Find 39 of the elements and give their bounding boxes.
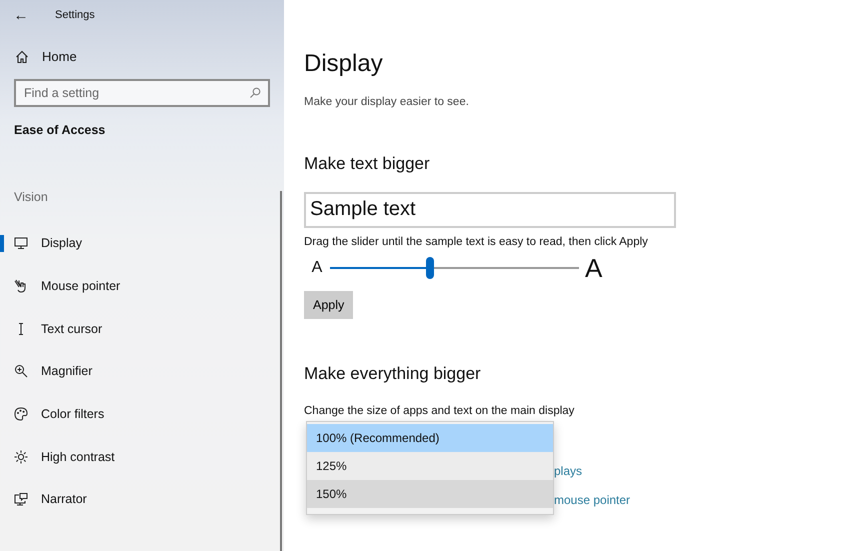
sun-icon: [14, 450, 28, 464]
section-heading: Make text bigger: [304, 154, 431, 174]
page-title: Display: [304, 50, 384, 78]
sidebar-item[interactable]: Display: [0, 222, 284, 265]
scroll-bar[interactable]: [280, 191, 282, 551]
apply-button[interactable]: Apply: [304, 291, 354, 319]
narrator-icon: [14, 492, 28, 506]
dropdown-option[interactable]: 125%: [307, 452, 553, 480]
sidebar-item[interactable]: Text cursor: [0, 307, 284, 350]
slider-thumb[interactable]: [426, 257, 434, 279]
sample-text-box: Sample text: [304, 192, 676, 228]
small-a-label: A: [310, 259, 324, 277]
slider-hint: Drag the slider until the sample text is easy to read, then click Apply: [304, 236, 649, 248]
home-icon: [15, 50, 29, 64]
scale-hint: Change the size of apps and text on the main display: [304, 405, 576, 417]
sidebar-item[interactable]: High contrast: [0, 435, 284, 478]
category-heading: Ease of Access: [14, 123, 106, 137]
text-size-slider[interactable]: [330, 257, 579, 279]
section-heading: Make everything bigger: [304, 364, 482, 384]
sidebar-item[interactable]: Narrator: [0, 478, 284, 521]
sidebar-item[interactable]: Magnifier: [0, 350, 284, 393]
search-field[interactable]: Find a setting: [14, 79, 270, 107]
window-title: Settings: [55, 9, 95, 21]
palette-icon: [14, 407, 28, 422]
hand-pointer-icon: [14, 279, 28, 294]
back-button[interactable]: ←: [0, 6, 42, 24]
dropdown-option[interactable]: 150%: [307, 480, 553, 508]
page-subtitle: Make your display easier to see.: [304, 96, 470, 108]
dropdown-option[interactable]: 100% (Recommended): [307, 424, 553, 452]
group-label: Vision: [14, 190, 48, 204]
large-a-label: A: [585, 252, 602, 284]
monitor-icon: [14, 236, 28, 250]
home-link[interactable]: Home: [15, 49, 77, 64]
search-icon: [249, 87, 261, 99]
settings-link[interactable]: mouse pointer: [554, 493, 630, 507]
magnifier-icon: [14, 364, 28, 378]
sidebar-item[interactable]: Mouse pointer: [0, 264, 284, 308]
settings-link[interactable]: plays: [554, 464, 582, 478]
sidebar-item[interactable]: Color filters: [0, 392, 284, 436]
